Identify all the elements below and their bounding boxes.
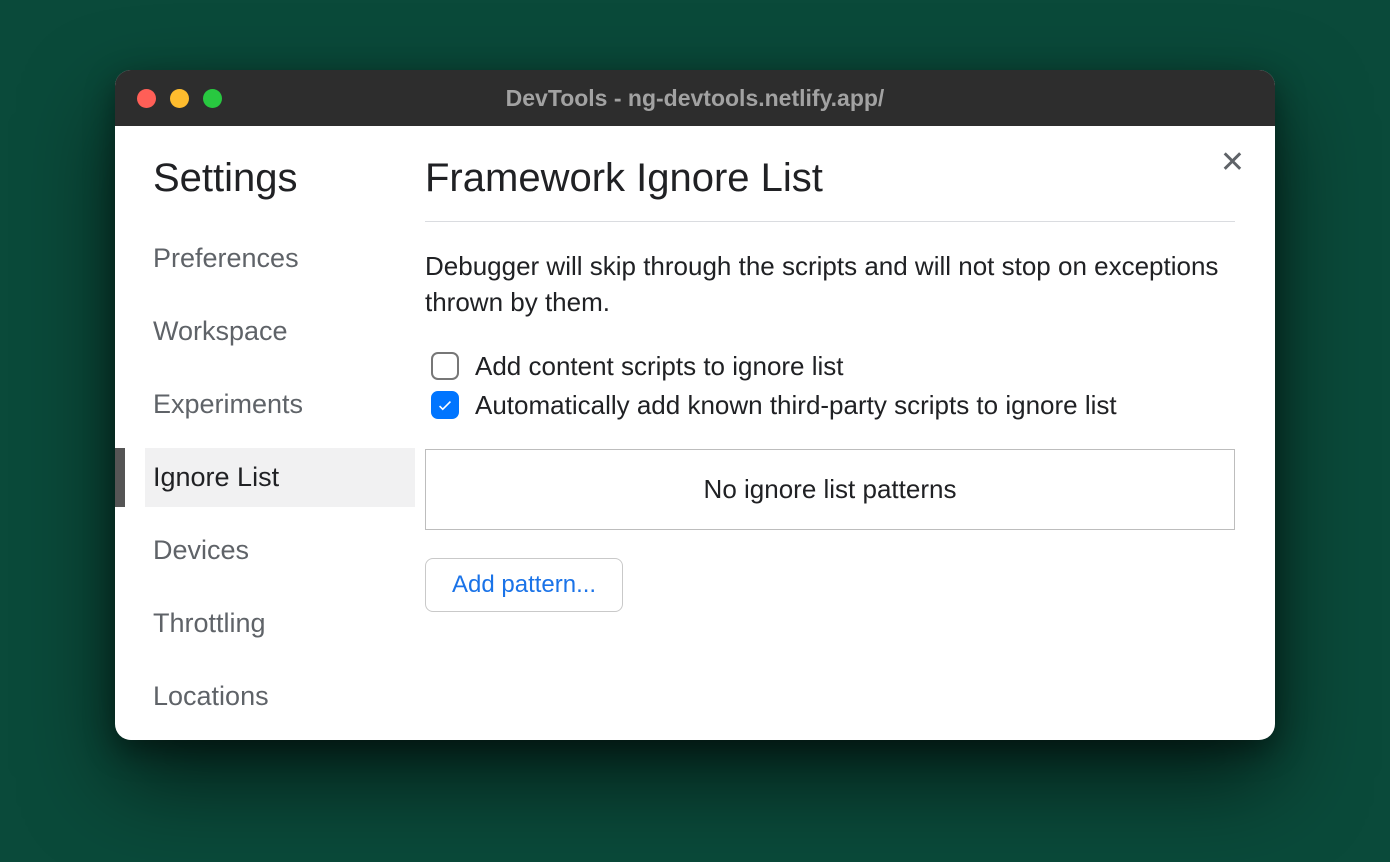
- ignore-list-empty-state: No ignore list patterns: [425, 449, 1235, 530]
- sidebar-item-devices[interactable]: Devices: [145, 521, 415, 580]
- checkbox-content-scripts[interactable]: [431, 352, 459, 380]
- settings-main-panel: Framework Ignore List Debugger will skip…: [415, 156, 1275, 740]
- close-icon[interactable]: ✕: [1220, 148, 1245, 178]
- page-description: Debugger will skip through the scripts a…: [425, 248, 1235, 321]
- checkbox-label: Add content scripts to ignore list: [475, 351, 844, 382]
- checkbox-label: Automatically add known third-party scri…: [475, 390, 1117, 421]
- sidebar-title: Settings: [145, 156, 415, 201]
- sidebar-item-label: Ignore List: [153, 462, 279, 492]
- checkbox-row-content-scripts: Add content scripts to ignore list: [425, 351, 1235, 382]
- close-window-button[interactable]: [137, 89, 156, 108]
- sidebar-item-preferences[interactable]: Preferences: [145, 229, 415, 288]
- checkbox-row-third-party: Automatically add known third-party scri…: [425, 390, 1235, 421]
- devtools-settings-window: DevTools - ng-devtools.netlify.app/ ✕ Se…: [115, 70, 1275, 740]
- add-pattern-button[interactable]: Add pattern...: [425, 558, 623, 612]
- sidebar-item-label: Experiments: [153, 389, 303, 419]
- sidebar-item-ignore-list[interactable]: Ignore List: [145, 448, 415, 507]
- sidebar-item-label: Preferences: [153, 243, 299, 273]
- settings-content: ✕ Settings Preferences Workspace Experim…: [115, 126, 1275, 740]
- maximize-window-button[interactable]: [203, 89, 222, 108]
- traffic-lights: [137, 89, 222, 108]
- sidebar-item-label: Throttling: [153, 608, 266, 638]
- minimize-window-button[interactable]: [170, 89, 189, 108]
- sidebar-item-experiments[interactable]: Experiments: [145, 375, 415, 434]
- page-title: Framework Ignore List: [425, 156, 1235, 222]
- sidebar-item-label: Devices: [153, 535, 249, 565]
- settings-sidebar: Settings Preferences Workspace Experimen…: [115, 156, 415, 740]
- sidebar-item-workspace[interactable]: Workspace: [145, 302, 415, 361]
- sidebar-item-label: Locations: [153, 681, 269, 711]
- sidebar-item-label: Workspace: [153, 316, 288, 346]
- checkmark-icon: [436, 396, 454, 414]
- checkbox-third-party-scripts[interactable]: [431, 391, 459, 419]
- sidebar-item-locations[interactable]: Locations: [145, 667, 415, 726]
- sidebar-item-throttling[interactable]: Throttling: [145, 594, 415, 653]
- window-title: DevTools - ng-devtools.netlify.app/: [115, 85, 1275, 112]
- window-titlebar: DevTools - ng-devtools.netlify.app/: [115, 70, 1275, 126]
